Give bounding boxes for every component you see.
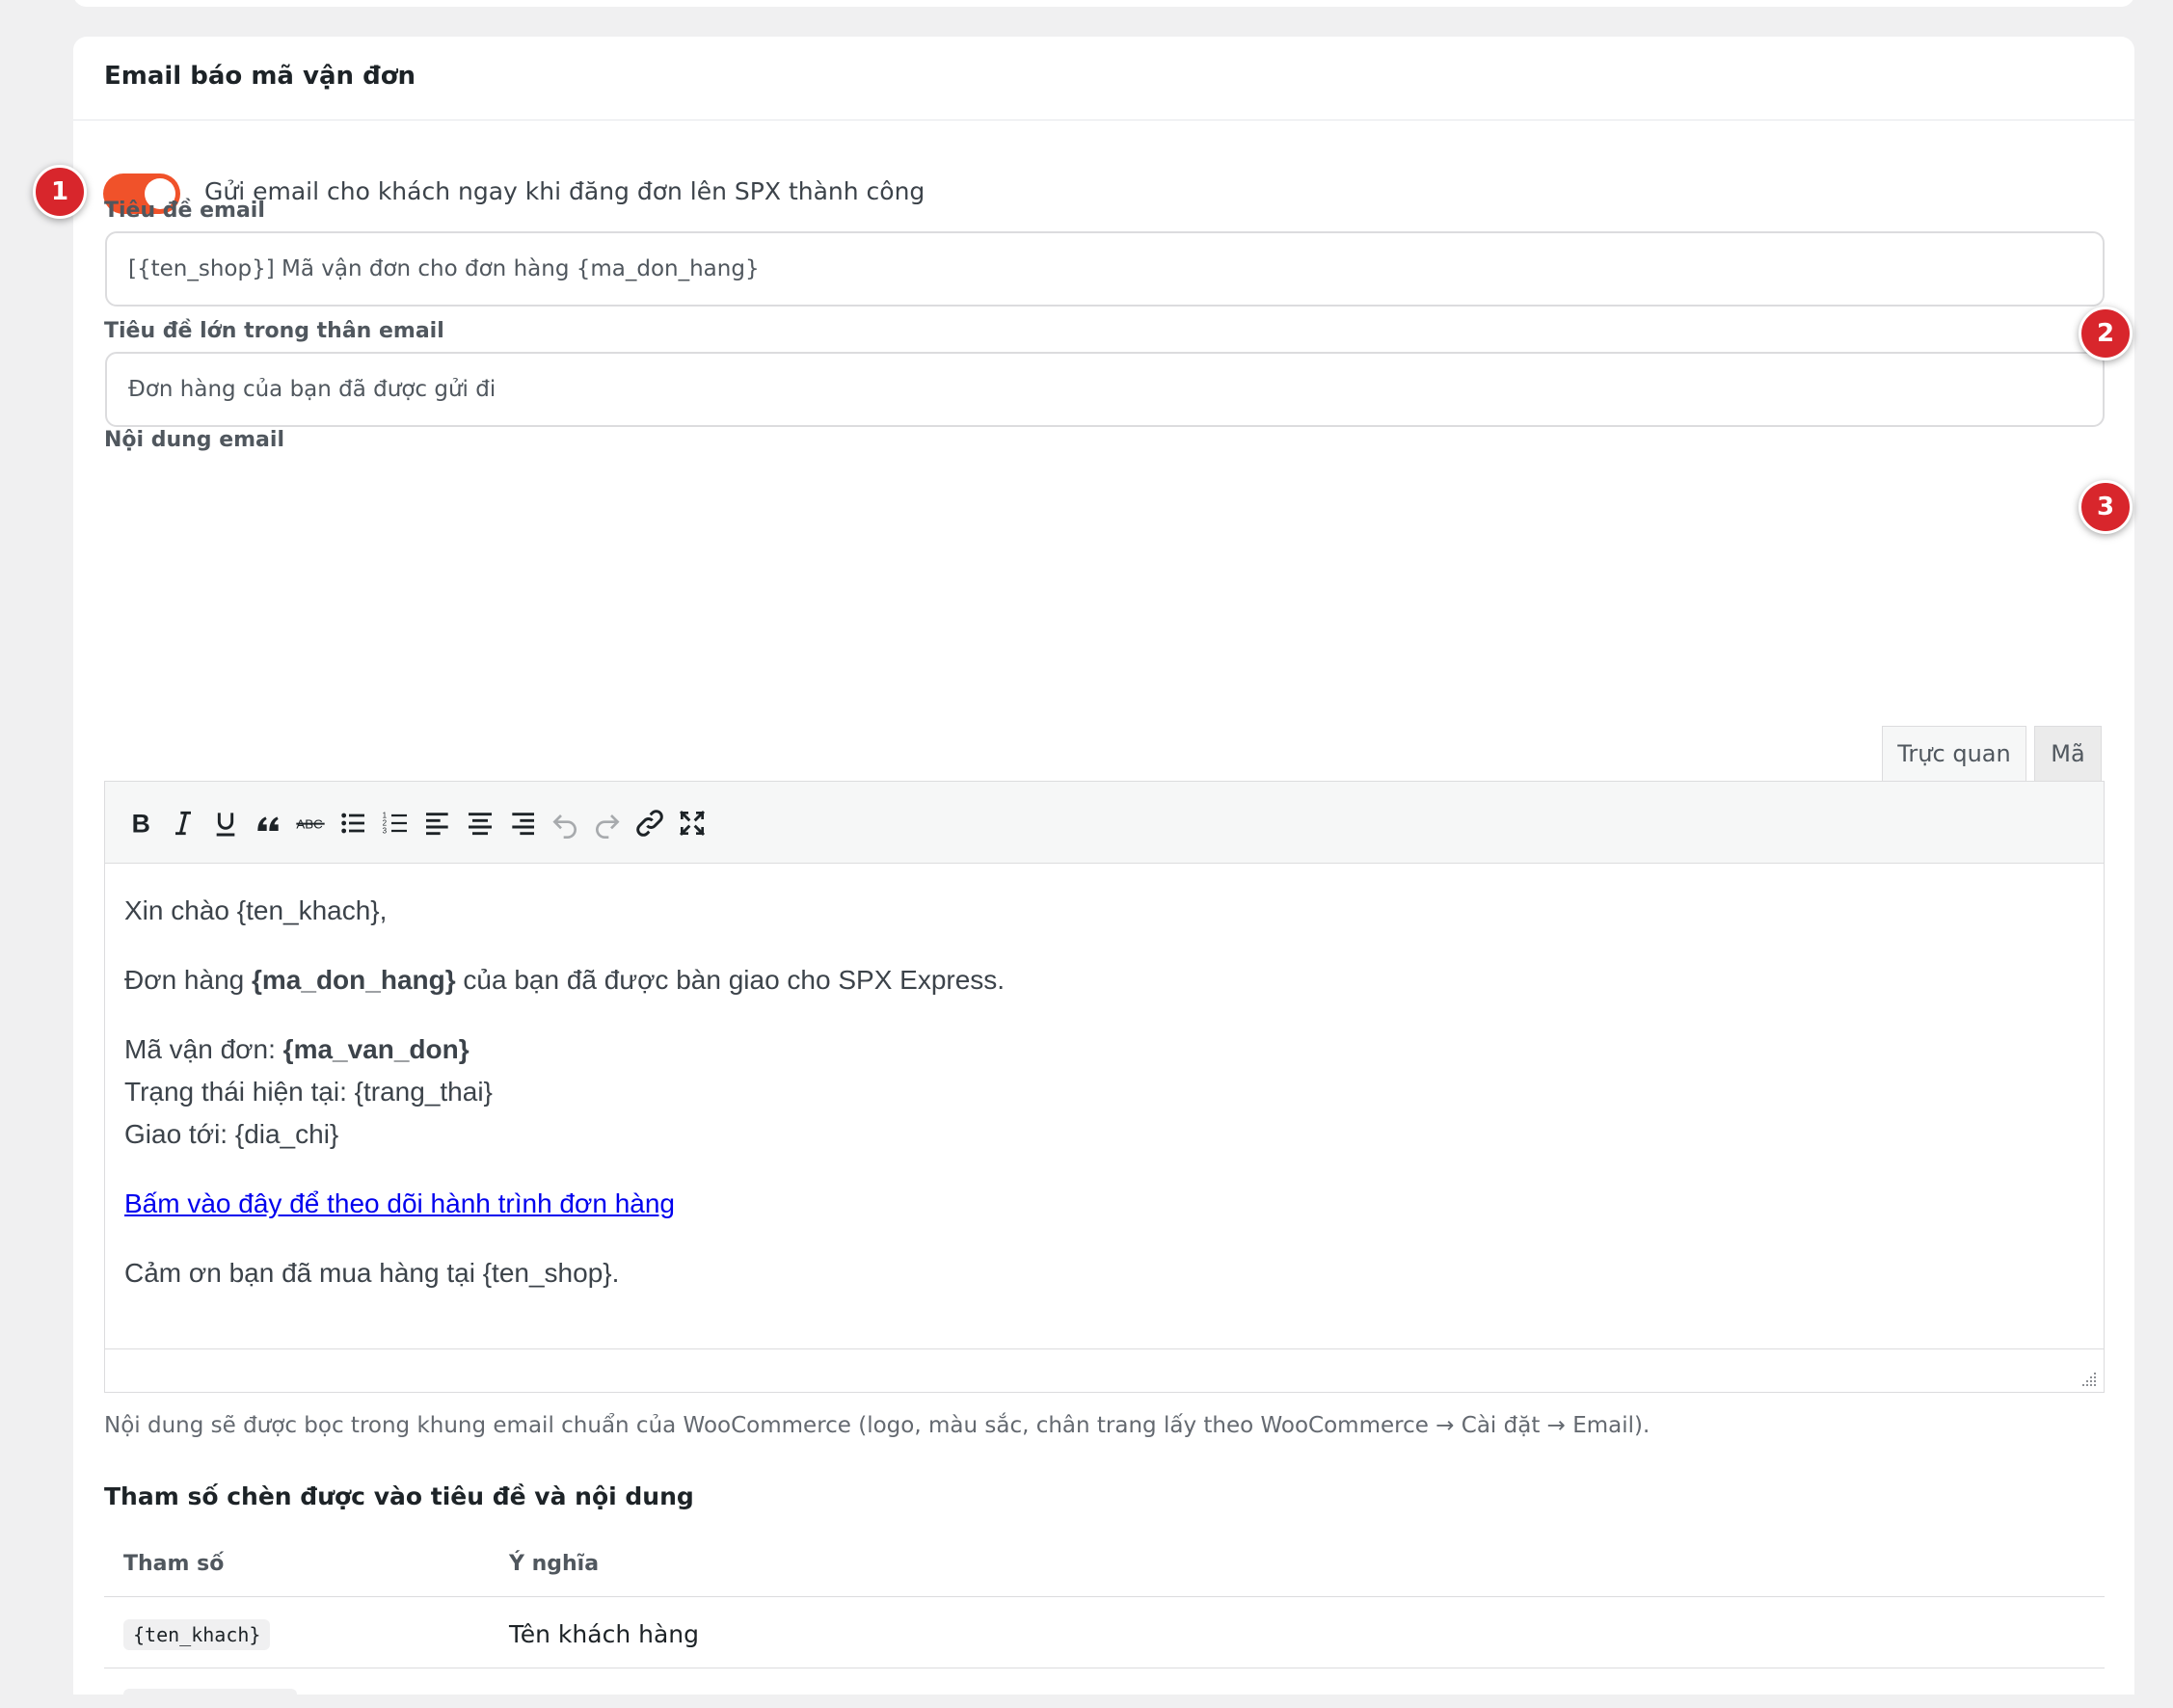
email-body-editor: B ABC 123 Xin chào {ten_khach}, Đơn hàng… [104,781,2105,1393]
callout-badge-1: 1 [33,165,87,219]
previous-card [73,0,2134,7]
heading-input[interactable] [105,352,2105,427]
help-text: Nội dung sẽ được bọc trong khung email c… [104,1413,1650,1438]
callout-badge-3: 3 [2079,480,2133,534]
editor-content[interactable]: Xin chào {ten_khach}, Đơn hàng {ma_don_h… [105,865,2104,1347]
align-left-icon[interactable] [416,801,460,845]
editor-statusbar [105,1348,2104,1392]
tracking-block: Mã vận đơn: {ma_van_don} Trạng thái hiện… [124,1028,2084,1156]
card-title: Email báo mã vận đơn [104,62,416,91]
param-code: {ten_khach} [123,1619,271,1650]
callout-badge-2: 2 [2079,307,2133,360]
editor-toolbar: B ABC 123 [105,782,2104,864]
params-title: Tham số chèn được vào tiêu đề và nội dun… [104,1482,694,1510]
numbered-list-icon[interactable]: 123 [373,801,417,845]
tracking-prefix: Mã vận đơn: [124,1034,283,1064]
redo-icon[interactable] [585,801,630,845]
link-icon[interactable] [628,801,672,845]
tab-code[interactable]: Mã [2034,726,2102,781]
table-head-divider [104,1596,2105,1597]
tracking-link[interactable]: Bấm vào đây để theo dõi hành trình đơn h… [124,1188,675,1218]
resize-handle-icon[interactable] [2080,1371,2098,1388]
strikethrough-icon[interactable]: ABC [288,801,333,845]
tracking-variable: {ma_van_don} [282,1034,469,1064]
undo-icon[interactable] [543,801,587,845]
status-line: Trạng thái hiện tại: {trang_thai} [124,1077,493,1107]
card-header: Email báo mã vận đơn [73,37,2134,120]
send-email-toggle-label: Gửi email cho khách ngay khi đăng đơn lê… [204,177,926,205]
thanks-line: Cảm ơn bạn đã mua hàng tại {ten_shop}. [124,1258,620,1288]
body-label: Nội dung email [104,428,284,452]
greeting-line: Xin chào {ten_khach}, [124,895,388,925]
tab-visual[interactable]: Trực quan [1882,726,2026,781]
bullet-list-icon[interactable] [331,801,375,845]
order-number-variable: {ma_don_hang} [252,965,456,995]
param-code-partial [123,1689,297,1708]
order-line: Đơn hàng {ma_don_hang} của bạn đã được b… [124,959,2084,1001]
italic-icon[interactable] [161,801,205,845]
subject-input[interactable] [105,231,2105,307]
address-line: Giao tới: {dia_chi} [124,1119,339,1149]
blockquote-icon[interactable] [246,801,290,845]
tracking-link-para: Bấm vào đây để theo dõi hành trình đơn h… [124,1183,2084,1225]
subject-label: Tiêu đề email [104,199,265,223]
order-line-suffix: của bạn đã được bàn giao cho SPX Express… [455,965,1006,995]
align-center-icon[interactable] [458,801,502,845]
svg-text:3: 3 [383,827,388,836]
bold-icon[interactable]: B [119,801,163,845]
email-settings-card: Email báo mã vận đơn Gửi email cho khách… [73,37,2134,1708]
heading-label: Tiêu đề lớn trong thân email [104,319,444,343]
order-line-prefix: Đơn hàng [124,965,253,995]
align-right-icon[interactable] [500,801,545,845]
param-meaning: Tên khách hàng [509,1620,699,1648]
svg-text:B: B [132,809,150,838]
fullscreen-icon[interactable] [670,801,714,845]
params-header-meaning: Ý nghĩa [509,1552,600,1576]
underline-icon[interactable] [203,801,248,845]
params-header-param: Tham số [123,1552,225,1576]
